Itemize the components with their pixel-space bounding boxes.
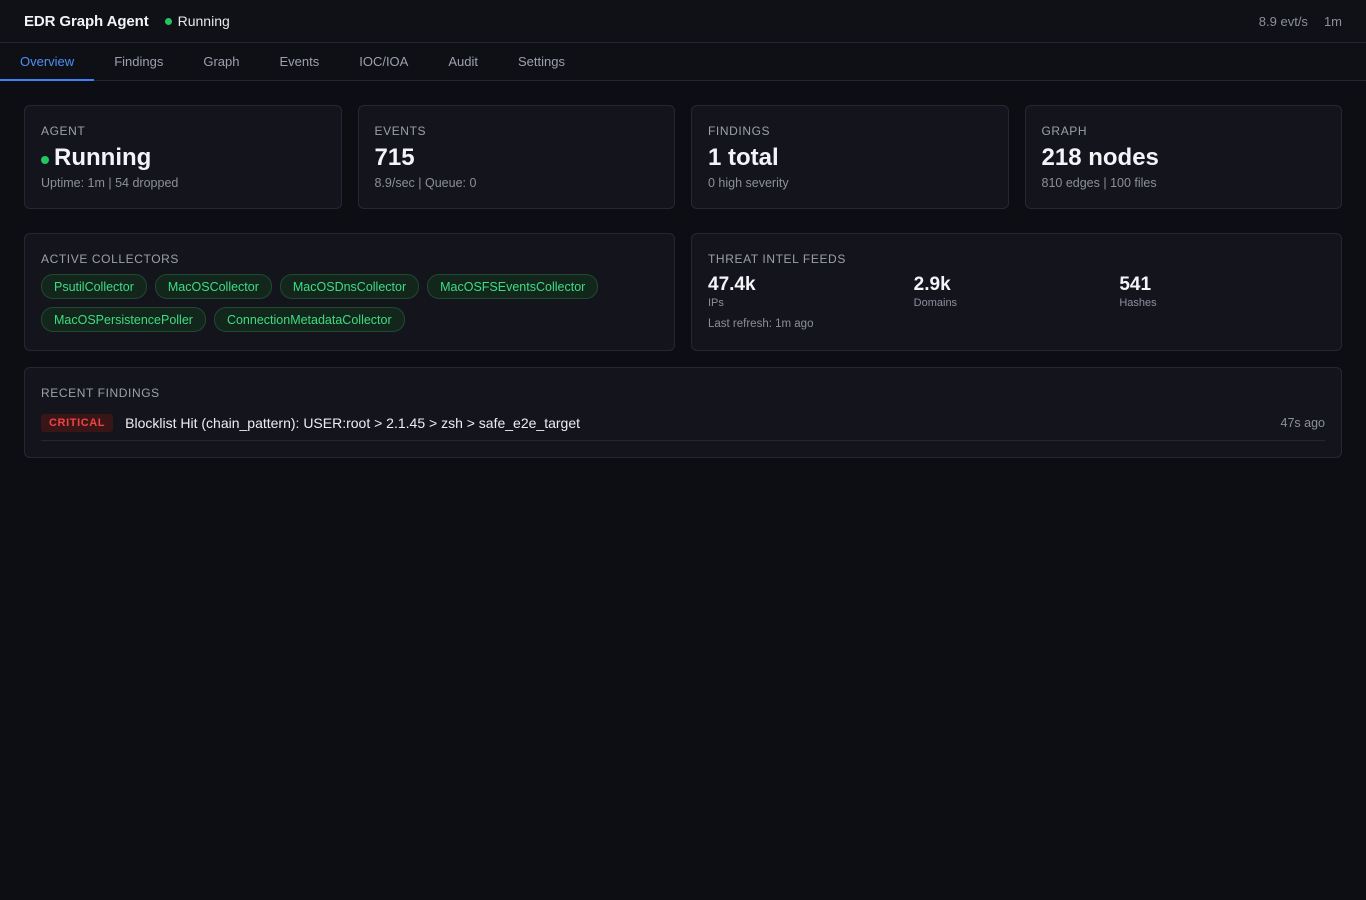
threat-intel-label: THREAT INTEL FEEDS [708, 252, 846, 266]
events-card-sub: 8.9/sec | Queue: 0 [374, 176, 477, 190]
collectors-card: ACTIVE COLLECTORS PsutilCollector MacOSC… [24, 233, 675, 351]
agent-card-sub: Uptime: 1m | 54 dropped [41, 176, 179, 190]
events-card: EVENTS 715 8.9/sec | Queue: 0 [357, 105, 675, 209]
feed-stats: 47.4k IPs 2.9k Domains 541 Hashes [708, 274, 1325, 309]
feed-hashes-label: Hashes [1119, 297, 1157, 309]
feed-ips-value: 47.4k [708, 274, 756, 295]
graph-card-value: 218 nodes [1041, 144, 1159, 171]
feed-refresh: Last refresh: 1m ago [708, 318, 814, 330]
finding-title: Blocklist Hit (chain_pattern): USER:root… [125, 415, 580, 431]
agent-card-value-row: Running [41, 144, 325, 172]
feed-ips-label: IPs [708, 297, 724, 309]
feed-ips: 47.4k IPs [708, 274, 914, 309]
feed-domains-label: Domains [913, 297, 958, 309]
header-uptime: 1m [1323, 13, 1342, 29]
tab-settings[interactable]: Settings [498, 43, 585, 81]
agent-status: Running [164, 13, 230, 29]
agent-card-value: Running [54, 144, 152, 171]
agent-card: AGENT Running Uptime: 1m | 54 dropped [24, 105, 342, 209]
feed-hashes: 541 Hashes [1119, 274, 1325, 309]
middle-row: ACTIVE COLLECTORS PsutilCollector MacOSC… [24, 233, 1342, 351]
findings-card-sub: 0 high severity [708, 176, 789, 190]
graph-card: GRAPH 218 nodes 810 edges | 100 files [1024, 105, 1342, 209]
brand: EDR Graph Agent Running [24, 13, 230, 30]
app-title: EDR Graph Agent [24, 12, 149, 30]
agent-status-label: Running [177, 13, 230, 29]
severity-badge: CRITICAL [41, 414, 114, 432]
events-card-label: EVENTS [374, 124, 427, 138]
running-dot-icon [41, 156, 49, 164]
tab-events[interactable]: Events [259, 43, 339, 81]
finding-main: CRITICAL Blocklist Hit (chain_pattern): … [41, 414, 580, 432]
event-rate: 8.9 evt/s [1258, 13, 1308, 29]
collectors-label: ACTIVE COLLECTORS [41, 252, 180, 266]
collector-chip: MacOSFSEventsCollector [427, 274, 599, 299]
collector-chip: MacOSPersistencePoller [41, 307, 206, 332]
findings-card: FINDINGS 1 total 0 high severity [691, 105, 1009, 209]
graph-card-sub: 810 edges | 100 files [1041, 176, 1157, 190]
collector-chip: MacOSCollector [154, 274, 272, 299]
overview-content: AGENT Running Uptime: 1m | 54 dropped EV… [0, 81, 1366, 482]
collector-chip: MacOSDnsCollector [279, 274, 420, 299]
threat-intel-card: THREAT INTEL FEEDS 47.4k IPs 2.9k Domain… [691, 233, 1342, 351]
findings-card-value: 1 total [708, 144, 779, 171]
finding-row[interactable]: CRITICAL Blocklist Hit (chain_pattern): … [41, 414, 1325, 441]
collector-chips: PsutilCollector MacOSCollector MacOSDnsC… [41, 274, 658, 332]
tab-overview[interactable]: Overview [0, 43, 95, 81]
collector-chip: ConnectionMetadataCollector [213, 307, 405, 332]
recent-findings-card: RECENT FINDINGS CRITICAL Blocklist Hit (… [24, 367, 1342, 458]
top-header: EDR Graph Agent Running 8.9 evt/s 1m [0, 0, 1366, 43]
collector-chip: PsutilCollector [41, 274, 147, 299]
agent-card-label: AGENT [41, 124, 86, 138]
stats-row: AGENT Running Uptime: 1m | 54 dropped EV… [24, 105, 1342, 209]
tab-findings[interactable]: Findings [94, 43, 183, 81]
feed-domains-value: 2.9k [913, 274, 951, 295]
tab-graph[interactable]: Graph [183, 43, 259, 81]
tab-bar: Overview Findings Graph Events IOC/IOA A… [0, 43, 1366, 81]
header-metrics: 8.9 evt/s 1m [1259, 14, 1342, 29]
recent-findings-label: RECENT FINDINGS [41, 386, 160, 400]
finding-time: 47s ago [1280, 416, 1325, 430]
feed-domains: 2.9k Domains [914, 274, 1120, 309]
feed-hashes-value: 541 [1119, 274, 1152, 295]
findings-card-label: FINDINGS [708, 124, 771, 138]
graph-card-label: GRAPH [1041, 124, 1088, 138]
events-card-value: 715 [374, 144, 415, 171]
tab-ioc-ioa[interactable]: IOC/IOA [339, 43, 428, 81]
tab-audit[interactable]: Audit [428, 43, 498, 81]
status-dot-icon [164, 17, 172, 25]
